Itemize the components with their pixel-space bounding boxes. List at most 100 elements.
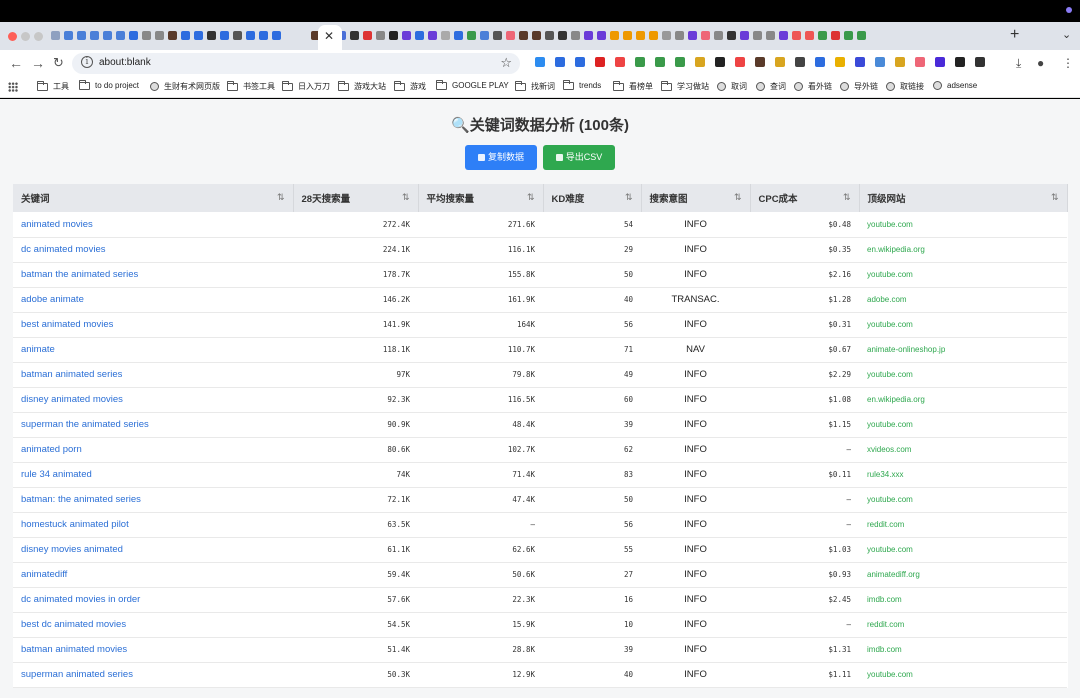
- tab-favicon-icon[interactable]: [90, 31, 99, 40]
- top-site-cell[interactable]: xvideos.com: [859, 437, 1067, 463]
- more-menu-icon[interactable]: ⋮: [1062, 56, 1074, 70]
- column-header-cpc[interactable]: CPC成本 ⇅: [750, 184, 860, 212]
- sort-icon[interactable]: ⇅: [277, 192, 285, 203]
- bookmark-link[interactable]: 查词: [756, 81, 786, 92]
- top-site-cell[interactable]: rule34.xxx: [859, 462, 1067, 488]
- forward-icon[interactable]: →: [31, 55, 45, 71]
- tab-favicon-icon[interactable]: [181, 31, 190, 40]
- keyword-cell[interactable]: batman the animated series: [13, 262, 293, 288]
- keyword-cell[interactable]: homestuck animated pilot: [13, 512, 293, 538]
- keyword-cell[interactable]: superman the animated series: [13, 412, 293, 438]
- tab-favicon-icon[interactable]: [610, 31, 619, 40]
- extension-icon[interactable]: [575, 57, 585, 67]
- keyword-cell[interactable]: superman animated series: [13, 662, 293, 688]
- keyword-cell[interactable]: best animated movies: [13, 312, 293, 338]
- tab-favicon-icon[interactable]: [233, 31, 242, 40]
- tab-favicon-icon[interactable]: [519, 31, 528, 40]
- extension-icon[interactable]: [975, 57, 985, 67]
- bookmark-link[interactable]: adsense: [933, 81, 977, 90]
- tab-favicon-icon[interactable]: [818, 31, 827, 40]
- sort-icon[interactable]: ⇅: [402, 192, 410, 203]
- tab-favicon-icon[interactable]: [246, 31, 255, 40]
- tab-favicon-icon[interactable]: [207, 31, 216, 40]
- site-info-icon[interactable]: i: [81, 56, 93, 68]
- tab-favicon-icon[interactable]: [428, 31, 437, 40]
- tab-favicon-icon[interactable]: [805, 31, 814, 40]
- bookmark-folder[interactable]: 学习做站: [661, 80, 709, 92]
- column-header-intent[interactable]: 搜索意图 ⇅: [641, 184, 751, 212]
- extension-icon[interactable]: [695, 57, 705, 67]
- bookmark-star-icon[interactable]: ☆: [500, 55, 512, 71]
- tab-favicon-icon[interactable]: [662, 31, 671, 40]
- bookmark-folder[interactable]: GOOGLE PLAY: [436, 79, 509, 90]
- extension-icon[interactable]: [635, 57, 645, 67]
- keyword-cell[interactable]: animated porn: [13, 437, 293, 463]
- tab-favicon-icon[interactable]: [51, 31, 60, 40]
- tab-favicon-icon[interactable]: [636, 31, 645, 40]
- sort-icon[interactable]: ⇅: [734, 192, 742, 203]
- tab-favicon-icon[interactable]: [545, 31, 554, 40]
- bookmark-folder[interactable]: 找新词: [515, 80, 555, 92]
- tab-favicon-icon[interactable]: [584, 31, 593, 40]
- extension-icon[interactable]: [915, 57, 925, 67]
- tab-favicon-icon[interactable]: [753, 31, 762, 40]
- column-header-kd[interactable]: KD难度 ⇅: [543, 184, 642, 212]
- top-site-cell[interactable]: reddit.com: [859, 612, 1067, 638]
- apps-grid-icon[interactable]: [8, 82, 18, 92]
- keyword-cell[interactable]: adobe animate: [13, 287, 293, 313]
- sort-icon[interactable]: ⇅: [625, 192, 633, 203]
- tab-favicon-icon[interactable]: [532, 31, 541, 40]
- bookmark-folder[interactable]: 书签工具: [227, 80, 275, 92]
- keyword-cell[interactable]: dc animated movies in order: [13, 587, 293, 613]
- top-site-cell[interactable]: reddit.com: [859, 512, 1067, 538]
- tab-favicon-icon[interactable]: [766, 31, 775, 40]
- extension-icon[interactable]: [775, 57, 785, 67]
- extension-icon[interactable]: [535, 57, 545, 67]
- extension-icon[interactable]: [875, 57, 885, 67]
- extension-icon[interactable]: [795, 57, 805, 67]
- export-csv-button[interactable]: 导出CSV: [543, 145, 615, 170]
- top-site-cell[interactable]: youtube.com: [859, 212, 1067, 238]
- extension-icon[interactable]: [835, 57, 845, 67]
- tab-favicon-icon[interactable]: [441, 31, 450, 40]
- tab-favicon-icon[interactable]: [779, 31, 788, 40]
- close-window-button[interactable]: [8, 32, 17, 41]
- tab-favicon-icon[interactable]: [350, 31, 359, 40]
- tab-favicon-icon[interactable]: [714, 31, 723, 40]
- tab-favicon-icon[interactable]: [103, 31, 112, 40]
- tab-search-icon[interactable]: ⌄: [1062, 28, 1071, 41]
- tab-favicon-icon[interactable]: [77, 31, 86, 40]
- tab-favicon-icon[interactable]: [129, 31, 138, 40]
- tab-favicon-icon[interactable]: [376, 31, 385, 40]
- extension-icon[interactable]: [555, 57, 565, 67]
- bookmark-link[interactable]: 看外链: [794, 81, 832, 92]
- top-site-cell[interactable]: youtube.com: [859, 487, 1067, 513]
- tab-favicon-icon[interactable]: [688, 31, 697, 40]
- extension-icon[interactable]: [955, 57, 965, 67]
- tab-favicon-icon[interactable]: [675, 31, 684, 40]
- tab-favicon-icon[interactable]: [116, 31, 125, 40]
- tab-favicons[interactable]: [49, 29, 1019, 43]
- tab-favicon-icon[interactable]: [454, 31, 463, 40]
- top-site-cell[interactable]: youtube.com: [859, 312, 1067, 338]
- keyword-cell[interactable]: batman animated series: [13, 362, 293, 388]
- keyword-cell[interactable]: dc animated movies: [13, 237, 293, 263]
- copy-data-button[interactable]: 复制数据: [465, 145, 537, 170]
- extension-icon[interactable]: [855, 57, 865, 67]
- bookmark-link[interactable]: 导外链: [840, 81, 878, 92]
- top-site-cell[interactable]: adobe.com: [859, 287, 1067, 313]
- top-site-cell[interactable]: youtube.com: [859, 362, 1067, 388]
- extension-icon[interactable]: [675, 57, 685, 67]
- sort-icon[interactable]: ⇅: [843, 192, 851, 203]
- extension-icon[interactable]: [655, 57, 665, 67]
- tab-favicon-icon[interactable]: [480, 31, 489, 40]
- top-site-cell[interactable]: youtube.com: [859, 662, 1067, 688]
- download-icon[interactable]: ⤓: [1016, 56, 1021, 71]
- tab-favicon-icon[interactable]: [155, 31, 164, 40]
- tab-favicon-icon[interactable]: [272, 31, 281, 40]
- tab-favicon-icon[interactable]: [64, 31, 73, 40]
- top-site-cell[interactable]: animatediff.org: [859, 562, 1067, 588]
- keyword-cell[interactable]: animatediff: [13, 562, 293, 588]
- tab-favicon-icon[interactable]: [220, 31, 229, 40]
- address-bar[interactable]: i about:blank ☆: [72, 53, 520, 74]
